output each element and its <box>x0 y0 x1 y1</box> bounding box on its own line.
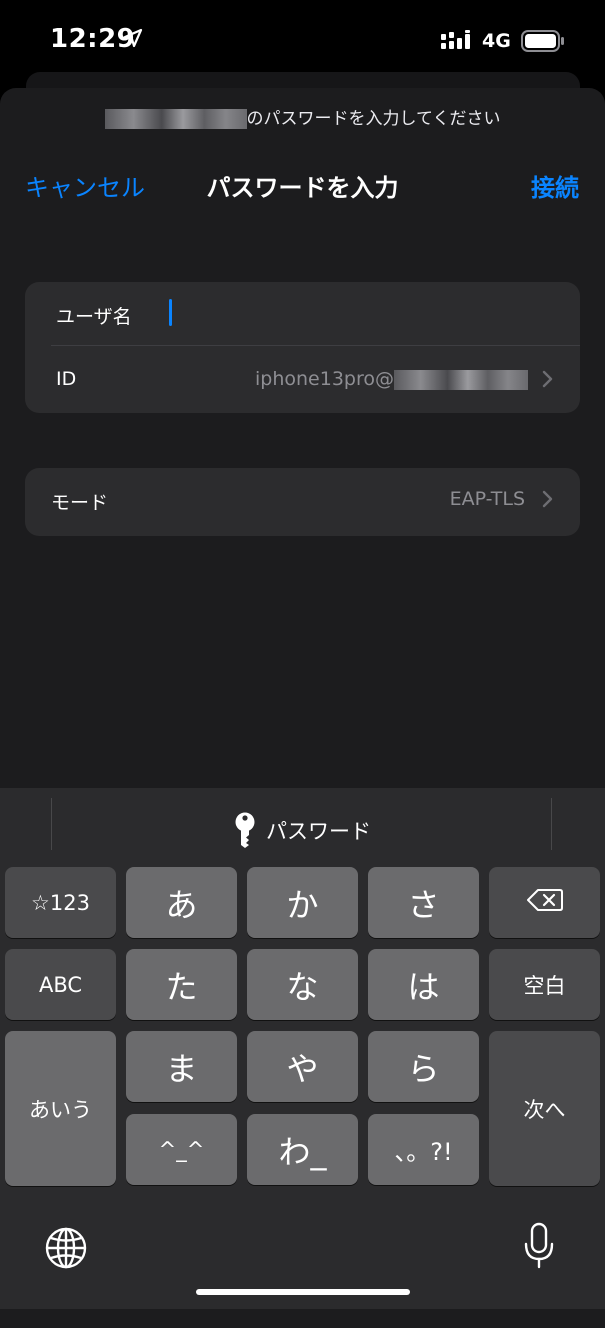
key-na[interactable]: な <box>247 949 358 1020</box>
username-label: ユーザ名 <box>56 306 132 328</box>
next-key[interactable]: 次へ <box>489 1031 600 1186</box>
key-ya[interactable]: や <box>247 1031 358 1102</box>
status-bar: 12:29 4G <box>0 0 605 80</box>
prompt-text: のパスワードを入力してください <box>246 109 501 129</box>
mode-row[interactable]: モード EAP-TLS <box>25 468 580 536</box>
mode-group: モード EAP-TLS <box>25 468 580 536</box>
key-ha[interactable]: は <box>368 949 479 1020</box>
chevron-right-icon <box>542 369 554 393</box>
key-a[interactable]: あ <box>126 867 237 938</box>
key-ta[interactable]: た <box>126 949 237 1020</box>
network-type: 4G <box>482 30 511 52</box>
sheet-title: パスワードを入力 <box>206 174 399 202</box>
key-ra[interactable]: ら <box>368 1031 479 1102</box>
symbols-key[interactable]: ☆123 <box>5 867 116 938</box>
location-arrow-icon <box>123 28 143 52</box>
key-ka[interactable]: か <box>247 867 358 938</box>
abc-key[interactable]: ABC <box>5 949 116 1020</box>
id-value: iphone13pro@ <box>255 368 528 390</box>
key-ma[interactable]: ま <box>126 1031 237 1102</box>
mode-value: EAP-TLS <box>449 488 525 510</box>
row-divider <box>51 345 580 346</box>
space-key[interactable]: 空白 <box>489 949 600 1020</box>
emoticon-key[interactable]: ^_^ <box>126 1114 237 1185</box>
key-wa[interactable]: わ_ <box>247 1114 358 1185</box>
key-icon <box>234 812 256 853</box>
redacted-id-domain <box>394 369 528 390</box>
connect-button[interactable]: 接続 <box>531 168 579 203</box>
id-row[interactable]: ID iphone13pro@ <box>25 348 580 414</box>
microphone-icon[interactable] <box>523 1222 555 1274</box>
home-indicator[interactable] <box>196 1289 410 1295</box>
credentials-group: ユーザ名 ID iphone13pro@ <box>25 282 580 413</box>
chevron-right-icon <box>542 489 554 513</box>
globe-icon[interactable] <box>44 1226 88 1274</box>
battery-icon <box>521 30 565 56</box>
username-row[interactable]: ユーザ名 <box>25 282 580 348</box>
id-label: ID <box>56 368 77 390</box>
input-mode-key[interactable]: あいう <box>5 1031 116 1186</box>
mode-label: モード <box>51 492 109 514</box>
sheet-prompt: のパスワードを入力してください <box>0 104 605 129</box>
delete-key[interactable] <box>489 867 600 938</box>
redacted-network-name <box>104 109 247 129</box>
punctuation-key[interactable]: 、。?! <box>368 1114 479 1185</box>
backspace-icon <box>526 888 563 917</box>
password-autofill-suggestion[interactable]: パスワード <box>0 812 605 853</box>
cellular-signal-icon <box>441 30 475 54</box>
username-field[interactable] <box>169 299 172 326</box>
quicktype-label: パスワード <box>266 819 371 844</box>
key-sa[interactable]: さ <box>368 867 479 938</box>
